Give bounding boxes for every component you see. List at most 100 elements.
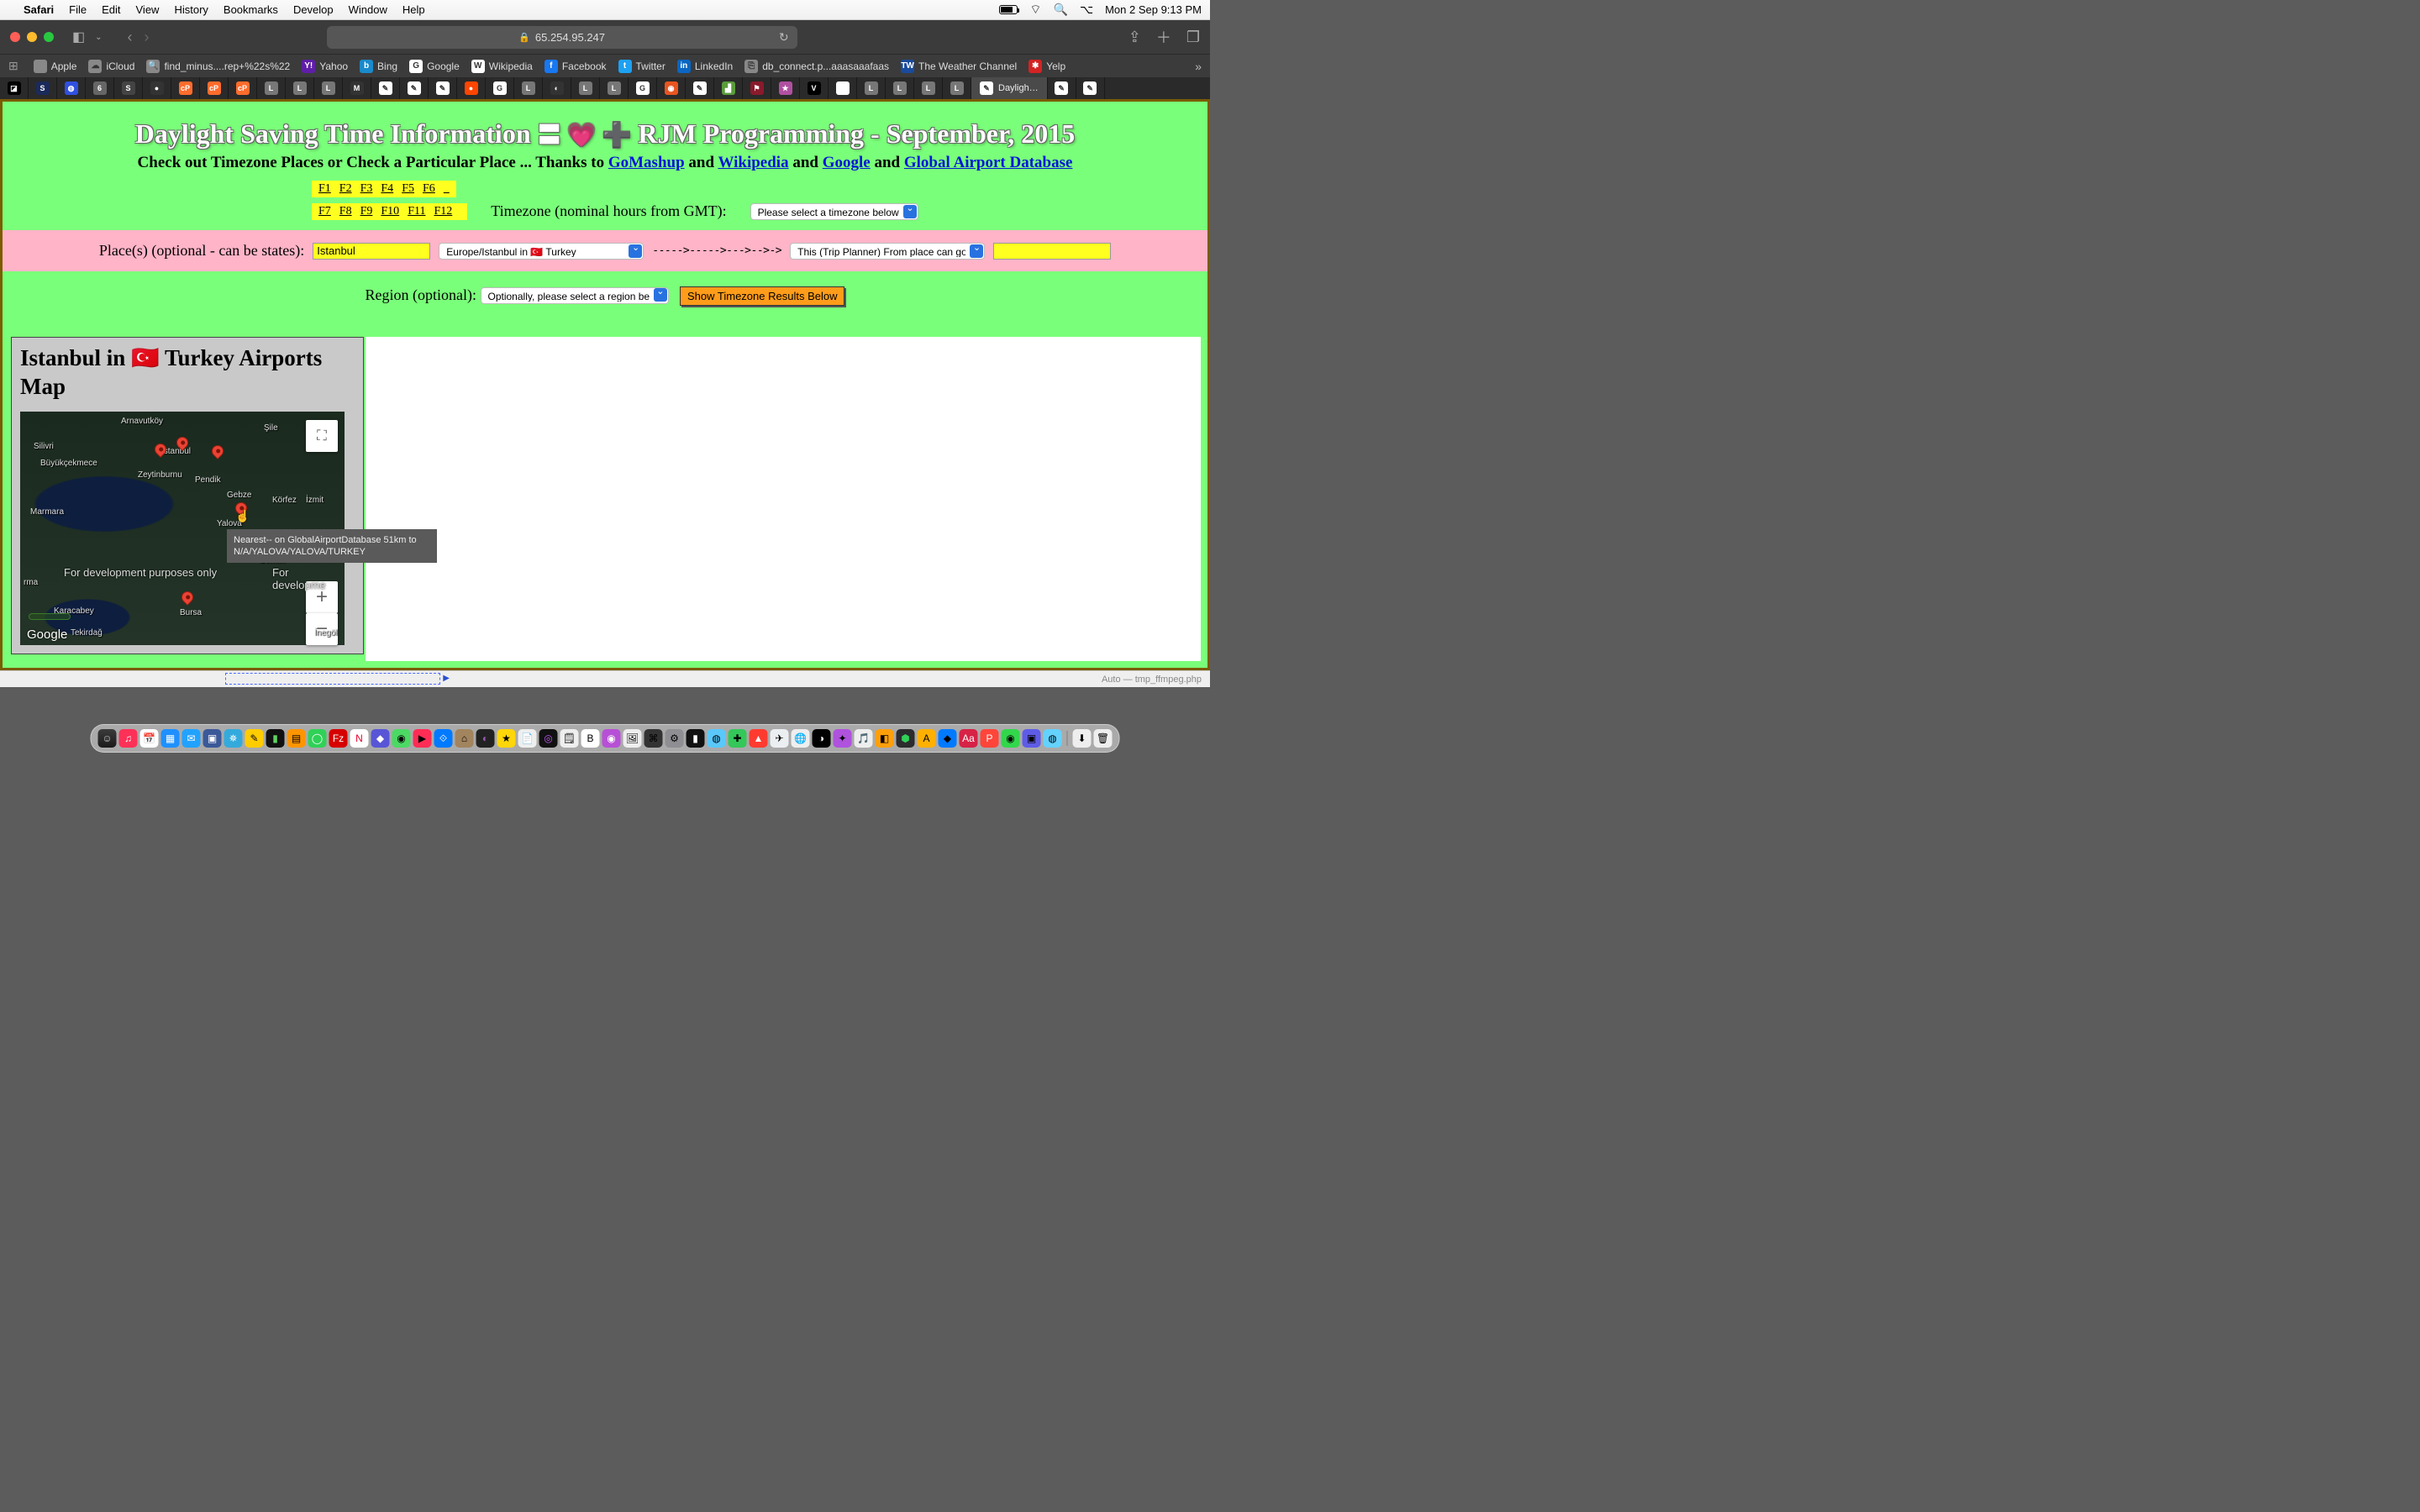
dock-app-icon[interactable]: ▲ [750, 729, 768, 748]
share-icon[interactable]: ⇪ [1128, 29, 1141, 46]
dock-app-icon[interactable]: 🖼 [623, 729, 642, 748]
dock-dict-icon[interactable]: Aa [960, 729, 978, 748]
tab[interactable]: ✎ [371, 77, 400, 99]
dock-music-icon[interactable]: ♫ [119, 729, 138, 748]
tab[interactable]: S [29, 77, 57, 99]
dock-app-icon[interactable]: ◧ [876, 729, 894, 748]
tab[interactable]: L [886, 77, 914, 99]
app-name[interactable]: Safari [24, 3, 54, 16]
show-results-button[interactable]: Show Timezone Results Below [680, 286, 844, 306]
dock-app-icon[interactable]: 🌐 [792, 729, 810, 748]
tab-active[interactable]: ✎ Dayligh… [971, 77, 1048, 99]
new-tab-icon[interactable]: ＋ [1156, 26, 1171, 48]
tab[interactable]: L [600, 77, 629, 99]
favorite-item[interactable]: tTwitter [618, 60, 666, 73]
link-wikipedia[interactable]: Wikipedia [718, 154, 788, 171]
dock-app-icon[interactable]: 🗒 [560, 729, 579, 748]
tab-group-chevron-icon[interactable]: ⌄ [95, 33, 102, 42]
dock-vscode-icon[interactable]: ⟐ [434, 729, 453, 748]
window-minimize-button[interactable] [27, 32, 37, 42]
menu-file[interactable]: File [69, 3, 87, 16]
map-pin-icon[interactable] [209, 443, 226, 459]
favorite-item[interactable]: bBing [360, 60, 397, 73]
favorite-item[interactable]: ✱Yelp [1028, 60, 1065, 73]
favorite-item[interactable]: TWThe Weather Channel [901, 60, 1017, 73]
tab[interactable]: cP [171, 77, 200, 99]
dock-app-icon[interactable]: ✎ [245, 729, 264, 748]
favorite-item[interactable]: Apple [34, 60, 77, 73]
nav-back-icon[interactable]: ‹ [128, 29, 133, 46]
timezone-place-select[interactable]: Europe/Istanbul in 🇹🇷 Turkey [439, 243, 644, 260]
dock-app-icon[interactable]: ✚ [729, 729, 747, 748]
dock-mail-icon[interactable]: ✉ [182, 729, 201, 748]
places-input[interactable] [313, 243, 430, 260]
dock-app-icon[interactable]: ⚙ [666, 729, 684, 748]
dock-app-icon[interactable]: ◑ [813, 729, 831, 748]
trip-planner-select[interactable]: This (Trip Planner) From place can go ri… [790, 243, 985, 260]
dock-app-icon[interactable]: ◆ [939, 729, 957, 748]
menu-develop[interactable]: Develop [293, 3, 334, 16]
tab[interactable]: ◉ [657, 77, 686, 99]
tab[interactable]: cP [200, 77, 229, 99]
dock-app-icon[interactable]: ▶ [413, 729, 432, 748]
dock-filezilla-icon[interactable]: Fz [329, 729, 348, 748]
tab[interactable]: ✎ [429, 77, 457, 99]
address-bar[interactable]: 🔒 65.254.95.247 ↻ [327, 26, 797, 49]
sidebar-toggle-icon[interactable]: ◧ [69, 29, 88, 45]
dock-calendar-icon[interactable]: 📅 [140, 729, 159, 748]
spotlight-icon[interactable]: 🔍 [1054, 3, 1068, 17]
fkeys-row-2[interactable]: F7F8F9F10F11F12 [312, 203, 467, 220]
dock-finder-icon[interactable]: ☺ [98, 729, 117, 748]
dock-app-icon[interactable]: ⌂ [455, 729, 474, 748]
favorite-item[interactable]: Y!Yahoo [302, 60, 348, 73]
region-select[interactable]: Optionally, please select a region below [481, 287, 669, 304]
link-gomashup[interactable]: GoMashup [608, 154, 685, 171]
tab[interactable]: ◐ [543, 77, 571, 99]
tab[interactable]: L [286, 77, 314, 99]
dock-app-icon[interactable]: ◎ [539, 729, 558, 748]
favorite-item[interactable]: fFacebook [544, 60, 607, 73]
tab[interactable]: cP [229, 77, 257, 99]
tab[interactable]: G [629, 77, 657, 99]
favorite-item[interactable]: GGoogle [409, 60, 460, 73]
tab[interactable]: 6 [86, 77, 114, 99]
link-global-airport-db[interactable]: Global Airport Database [904, 154, 1073, 171]
favorite-item[interactable]: inLinkedIn [677, 60, 733, 73]
tab[interactable]: V [800, 77, 829, 99]
menu-view[interactable]: View [136, 3, 160, 16]
map-canvas[interactable]: ⛶ + − ArnavutköyŞileSilivriIstanbulBüyük… [20, 412, 345, 645]
dock-app-icon[interactable]: ▣ [203, 729, 222, 748]
dock-app-icon[interactable]: 🎵 [855, 729, 873, 748]
menubar-clock[interactable]: Mon 2 Sep 9:13 PM [1105, 3, 1202, 16]
map-pin-icon[interactable] [179, 589, 196, 606]
fkeys-row-1[interactable]: F1F2F3F4F5F6 [312, 181, 456, 197]
tab[interactable]: S [114, 77, 143, 99]
dock-app-icon[interactable]: ★ [497, 729, 516, 748]
dock-app-icon[interactable]: ▣ [1023, 729, 1041, 748]
dock-app-icon[interactable]: ◯ [308, 729, 327, 748]
dock-app-icon[interactable]: N [350, 729, 369, 748]
dock-app-icon[interactable]: ⌘ [644, 729, 663, 748]
tab[interactable]: ◍ [57, 77, 86, 99]
favorite-item[interactable]: ⎘db_connect.p...aaasaaafaas [744, 60, 889, 73]
tab[interactable]: L [257, 77, 286, 99]
tab[interactable]: L [314, 77, 343, 99]
dock-trash-icon[interactable]: 🗑 [1094, 729, 1113, 748]
tab[interactable]: ✎ [686, 77, 714, 99]
control-center-icon[interactable]: ⌥ [1080, 3, 1093, 17]
tab[interactable]: ▟ [714, 77, 743, 99]
dock-app-icon[interactable]: 📄 [518, 729, 537, 748]
tab[interactable]: L [857, 77, 886, 99]
window-zoom-button[interactable] [44, 32, 54, 42]
dock-app-icon[interactable]: ◍ [1044, 729, 1062, 748]
dock-app-icon[interactable]: ▤ [287, 729, 306, 748]
favorite-item[interactable]: WWikipedia [471, 60, 533, 73]
dock-app-icon[interactable]: ◉ [1002, 729, 1020, 748]
dock-app-icon[interactable]: ◉ [392, 729, 411, 748]
window-close-button[interactable] [10, 32, 20, 42]
tab[interactable]: ⚑ [743, 77, 771, 99]
timezone-select[interactable]: Please select a timezone below ... [750, 203, 918, 220]
tab[interactable]: ◪ [0, 77, 29, 99]
dock-app-icon[interactable]: ◍ [708, 729, 726, 748]
favorites-grid-icon[interactable]: ⊞ [8, 59, 18, 73]
